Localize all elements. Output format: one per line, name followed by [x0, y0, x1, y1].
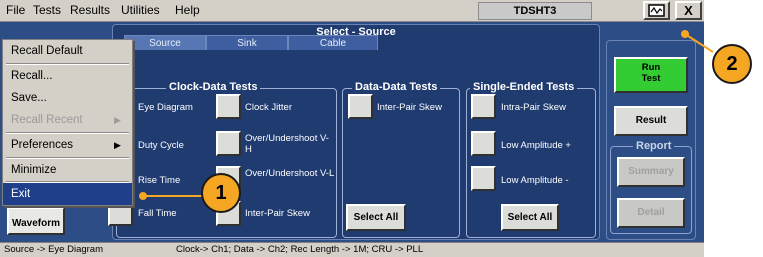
callout-leaders [139, 30, 714, 200]
callout-2-leader [684, 33, 714, 53]
callout-2: 2 [712, 44, 752, 84]
callout-2-dot [681, 30, 689, 38]
callout-1: 1 [201, 173, 241, 213]
callout-1-dot [139, 192, 147, 200]
